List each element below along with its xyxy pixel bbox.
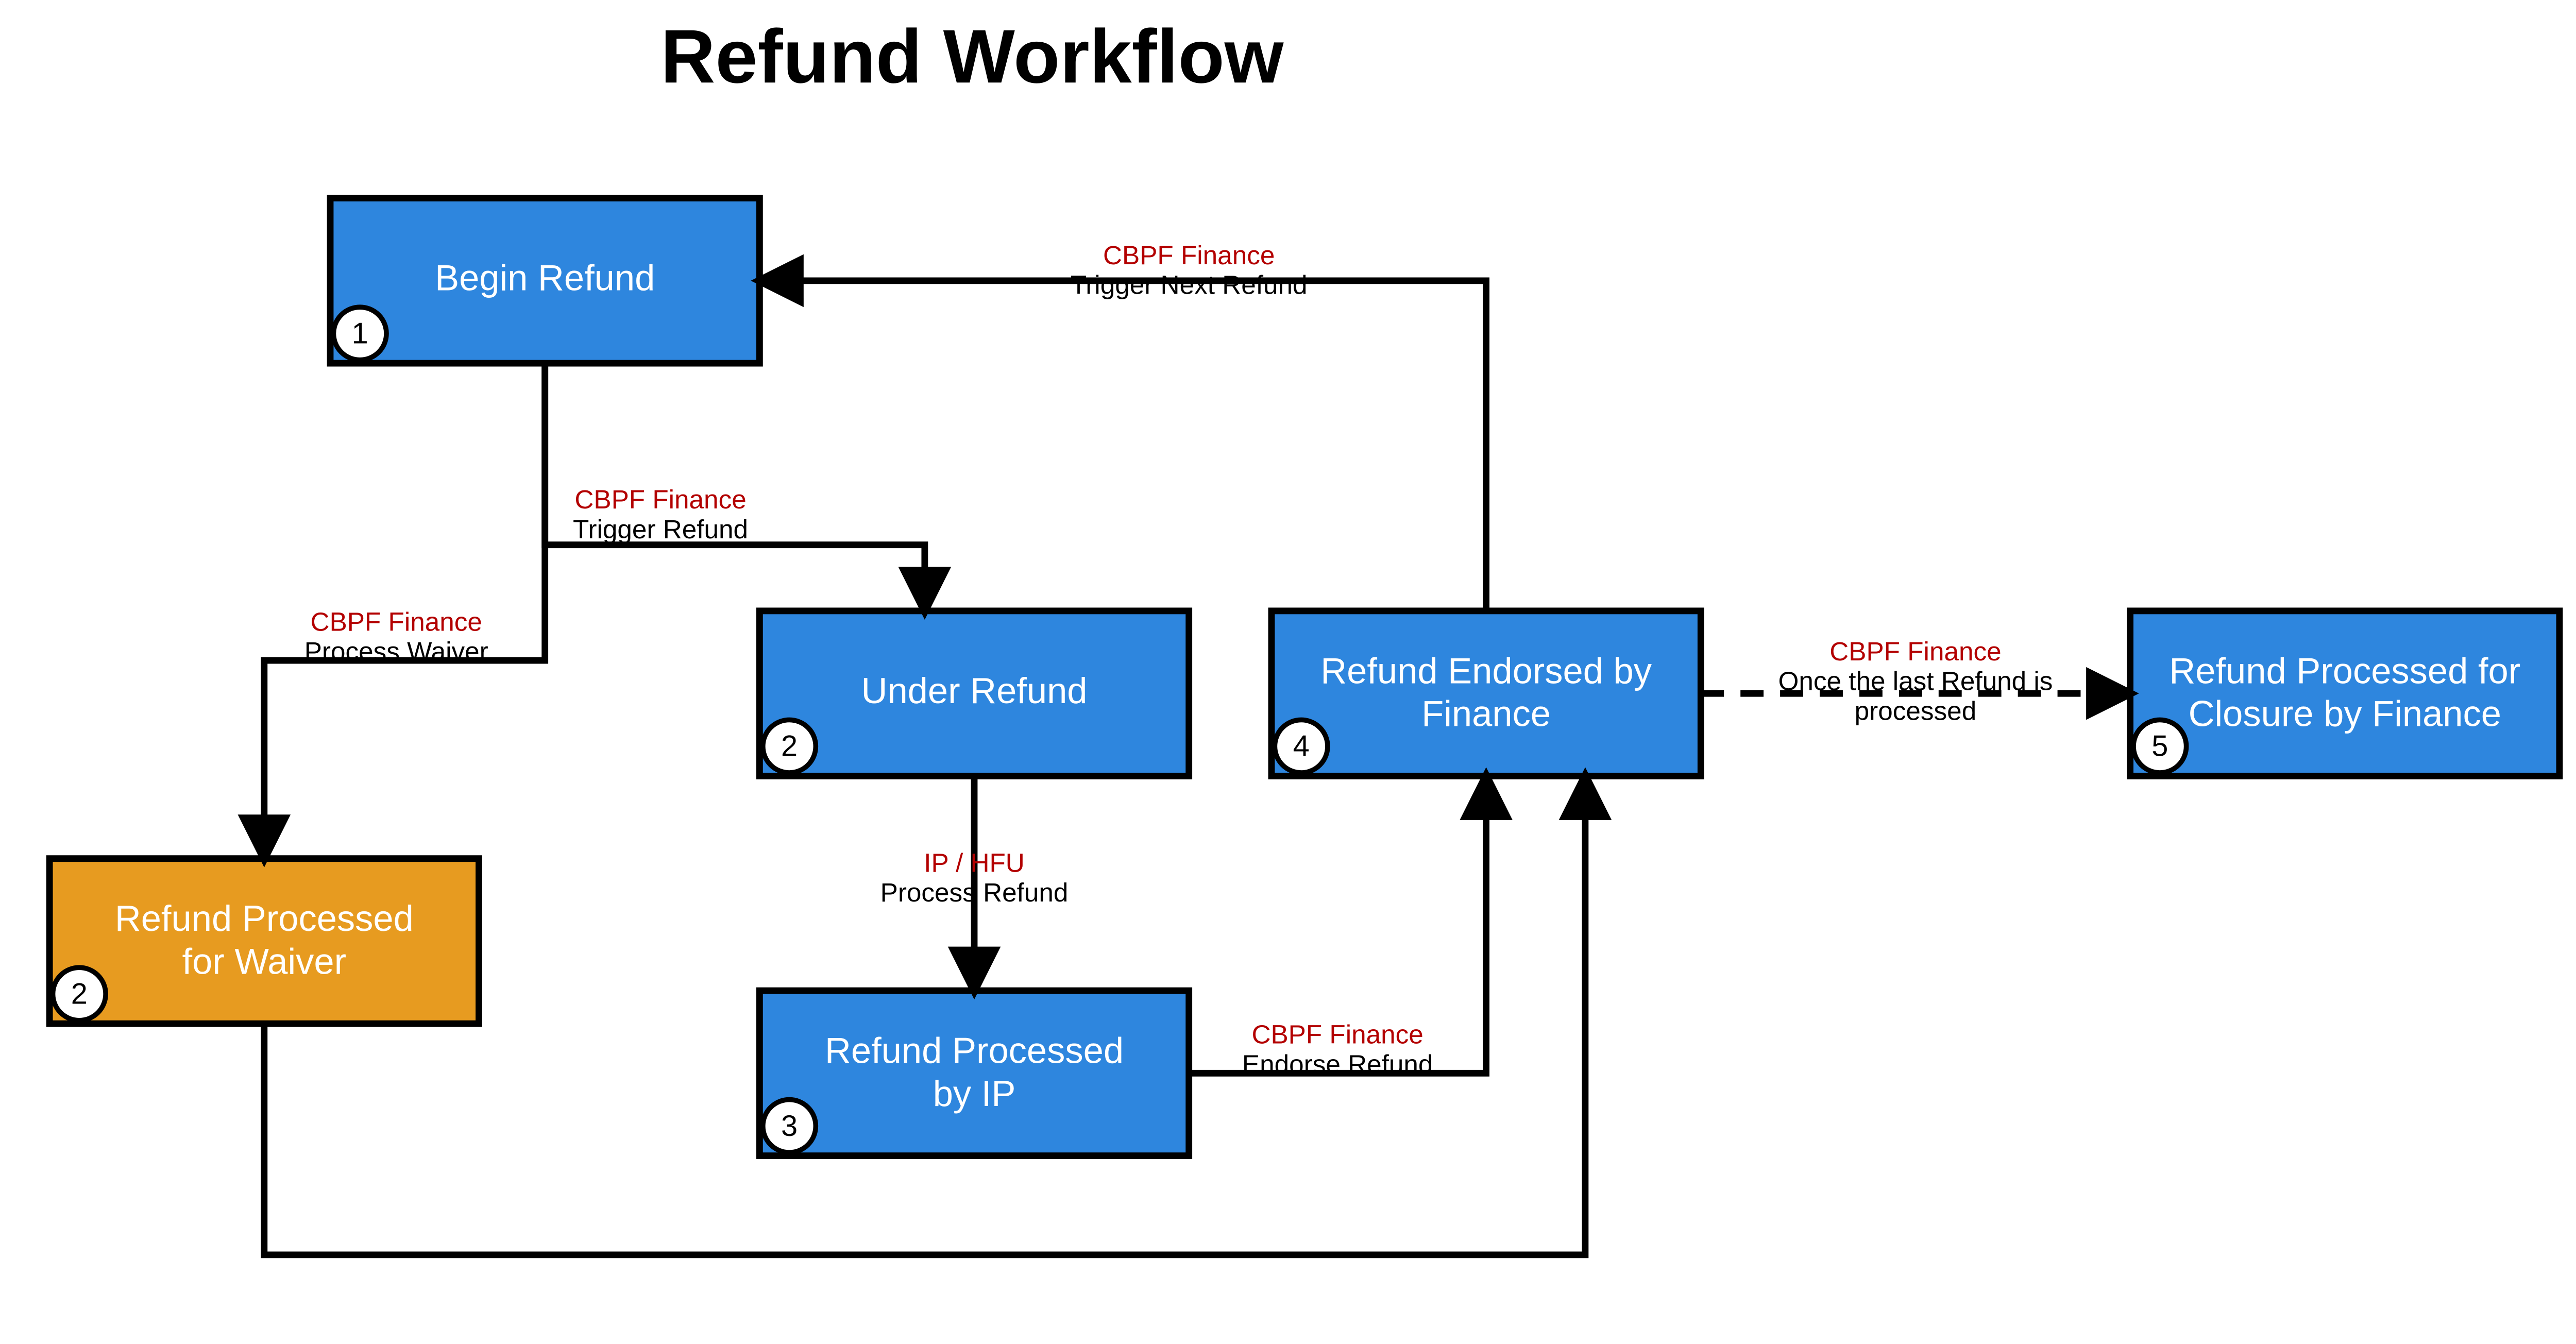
edge-process-refund-role: IP / HFU [924, 848, 1025, 877]
edge-endorse-refund: CBPF Finance Endorse Refund [1189, 776, 1486, 1079]
node-refund-closure-finance: Refund Processed for Closure by Finance … [2130, 611, 2560, 776]
edge-process-waiver-role: CBPF Finance [311, 607, 482, 636]
node-endorsed-number: 4 [1293, 730, 1310, 763]
edge-process-waiver: CBPF Finance Process Waiver [264, 363, 545, 859]
node-byip-number: 3 [781, 1110, 798, 1143]
edge-trigger-refund: CBPF Finance Trigger Refund [545, 363, 925, 611]
node-refund-endorsed-finance: Refund Endorsed by Finance 4 [1272, 611, 1701, 776]
edge-trigger-next-role: CBPF Finance [1103, 241, 1275, 270]
node-begin-refund: Begin Refund 1 [330, 198, 759, 364]
node-endorsed-label-line2: Finance [1421, 693, 1551, 734]
node-under-refund: Under Refund 2 [759, 611, 1189, 776]
node-endorsed-label-line1: Refund Endorsed by [1320, 650, 1652, 691]
node-closure-label-line2: Closure by Finance [2189, 693, 2501, 734]
node-begin-refund-number: 1 [352, 317, 368, 350]
workflow-diagram: Refund Workflow Begin Refund 1 Under Ref… [0, 0, 2576, 1288]
node-under-refund-label: Under Refund [861, 670, 1088, 711]
edge-endorse-refund-role: CBPF Finance [1251, 1020, 1423, 1049]
edge-trigger-refund-action: Trigger Refund [573, 515, 748, 544]
node-closure-label-line1: Refund Processed for [2169, 650, 2520, 691]
edge-last-refund-action-line2: processed [1855, 696, 1977, 725]
edge-process-waiver-action: Process Waiver [304, 637, 488, 666]
edge-last-refund-closure: CBPF Finance Once the last Refund is pro… [1701, 637, 2130, 725]
edge-endorse-refund-action: Endorse Refund [1242, 1049, 1433, 1079]
edge-last-refund-action-line1: Once the last Refund is [1778, 667, 2053, 696]
node-waiver-label-line1: Refund Processed [115, 898, 414, 939]
node-begin-refund-label: Begin Refund [435, 257, 655, 298]
edge-trigger-refund-role: CBPF Finance [574, 485, 746, 514]
edge-process-refund-action: Process Refund [880, 878, 1069, 907]
edge-process-refund: IP / HFU Process Refund [880, 776, 1069, 991]
diagram-title: Refund Workflow [660, 14, 1284, 99]
edge-last-refund-role: CBPF Finance [1829, 637, 2001, 666]
node-under-refund-number: 2 [781, 730, 798, 763]
node-closure-number: 5 [2151, 730, 2168, 763]
edge-trigger-next-refund: CBPF Finance Trigger Next Refund [759, 241, 1486, 611]
edge-trigger-next-action: Trigger Next Refund [1071, 270, 1308, 300]
node-waiver-label-line2: for Waiver [182, 941, 347, 981]
node-waiver-number: 2 [71, 977, 88, 1010]
node-refund-processed-by-ip: Refund Processed by IP 3 [759, 991, 1189, 1156]
node-byip-label-line1: Refund Processed [825, 1030, 1124, 1070]
node-refund-processed-waiver: Refund Processed for Waiver 2 [49, 859, 479, 1024]
node-byip-label-line2: by IP [933, 1073, 1016, 1114]
